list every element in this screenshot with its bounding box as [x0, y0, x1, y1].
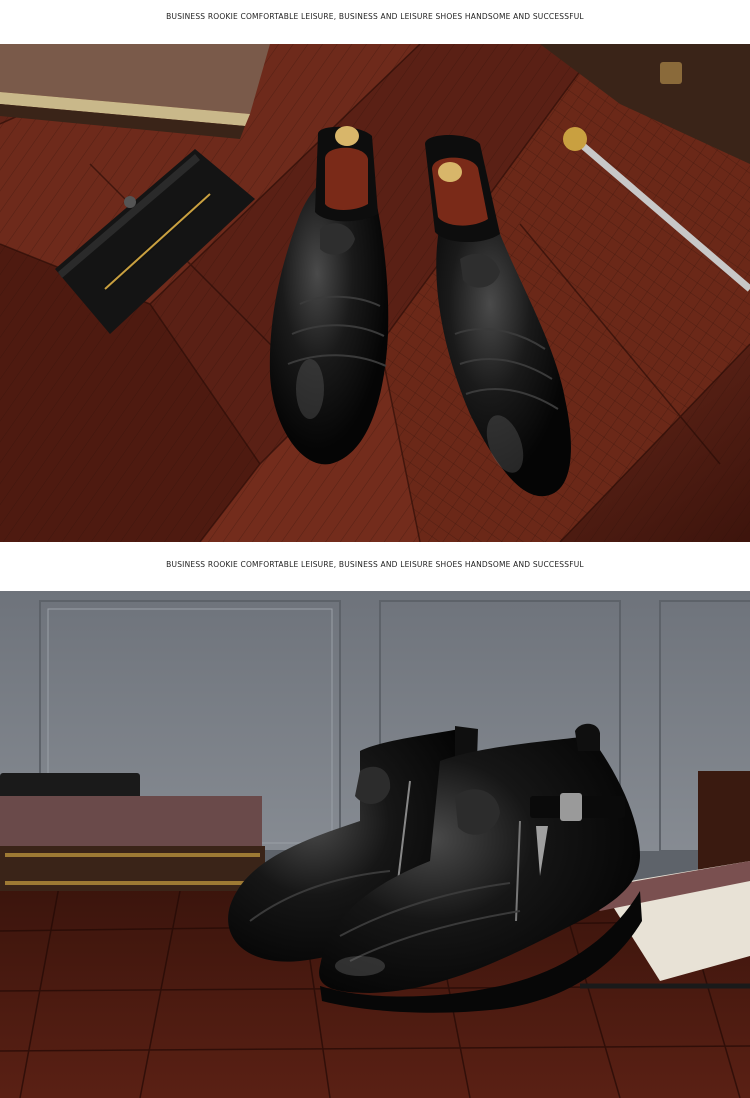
- section-1-caption: BUSINESS ROOKIE COMFORTABLE LEISURE, BUS…: [166, 12, 584, 21]
- section-2-caption: BUSINESS ROOKIE COMFORTABLE LEISURE, BUS…: [166, 560, 584, 569]
- product-photo-bottom: [0, 591, 750, 1098]
- product-photo-top: [0, 44, 750, 542]
